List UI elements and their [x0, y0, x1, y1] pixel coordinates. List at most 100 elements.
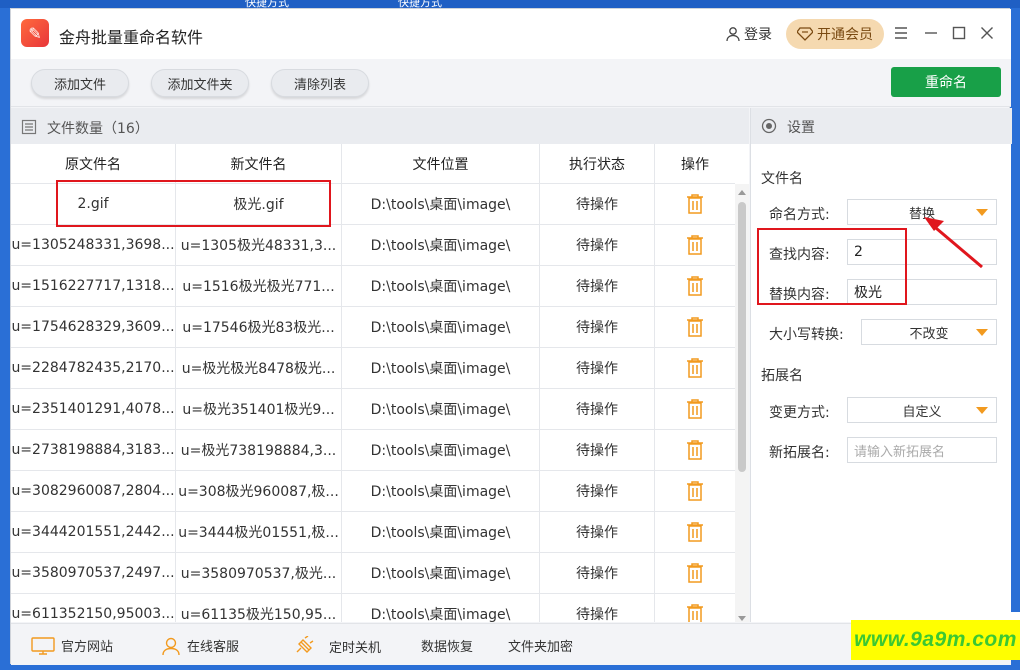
- naming-mode-label: 命名方式:: [769, 207, 830, 223]
- minimize-icon[interactable]: [921, 23, 941, 43]
- website-link[interactable]: 官方网站: [31, 636, 113, 655]
- trash-icon[interactable]: [685, 316, 705, 338]
- chevron-down-icon: [976, 407, 988, 414]
- login-button[interactable]: 登录: [725, 24, 772, 44]
- cell-action: [655, 348, 735, 388]
- ext-mode-dropdown[interactable]: 自定义: [847, 397, 997, 423]
- case-value: 不改变: [909, 326, 949, 342]
- cell-original-name: u=1305248331,3698...: [11, 225, 176, 265]
- encrypt-link[interactable]: 文件夹加密: [508, 636, 573, 655]
- cell-location: D:\tools\桌面\image\: [342, 389, 540, 429]
- cell-new-name: u=61135极光150,95...: [176, 594, 342, 622]
- menu-icon[interactable]: [891, 23, 911, 43]
- cell-action: [655, 389, 735, 429]
- cell-new-name: u=1516极光极光771...: [176, 266, 342, 306]
- cell-new-name: u=3444极光01551,极...: [176, 512, 342, 552]
- table-row[interactable]: u=1754628329,3609... u=17546极光83极光... D:\t…: [11, 307, 735, 348]
- trash-icon[interactable]: [685, 234, 705, 256]
- cell-action: [655, 266, 735, 306]
- app-title: 金舟批量重命名软件: [59, 28, 204, 47]
- toolbar: 添加文件 添加文件夹 清除列表 重命名: [11, 59, 1011, 107]
- cell-original-name: u=1754628329,3609...: [11, 307, 176, 347]
- case-label: 大小写转换:: [769, 327, 844, 343]
- cell-status: 待操作: [540, 225, 655, 265]
- monitor-icon: [31, 636, 55, 655]
- cell-action: [655, 225, 735, 265]
- file-count: 文件数量（16）: [47, 121, 149, 137]
- chevron-down-icon: [976, 329, 988, 336]
- trash-icon[interactable]: [685, 398, 705, 420]
- trash-icon[interactable]: [685, 521, 705, 543]
- column-header-location[interactable]: 文件位置: [342, 144, 540, 183]
- cell-action: [655, 512, 735, 552]
- table-row[interactable]: u=1516227717,1318... u=1516极光极光771... D:\t…: [11, 266, 735, 307]
- trash-icon[interactable]: [685, 603, 705, 622]
- watermark-strip: [851, 612, 1020, 620]
- vip-button[interactable]: 开通会员: [786, 19, 884, 49]
- app-window: ✎ 金舟批量重命名软件 登录 开通会员 添加文件 添加文件夹 清除列表 重命名: [10, 8, 1012, 665]
- trash-icon[interactable]: [685, 357, 705, 379]
- cell-original-name: u=2284782435,2170...: [11, 348, 176, 388]
- table-scrollbar[interactable]: [735, 184, 749, 622]
- add-folder-button[interactable]: 添加文件夹: [151, 69, 249, 97]
- column-header-status[interactable]: 执行状态: [540, 144, 655, 183]
- shutdown-link[interactable]: 定时关机: [293, 636, 381, 656]
- cell-action: [655, 594, 735, 622]
- add-file-button[interactable]: 添加文件: [31, 69, 129, 97]
- user-icon: [162, 637, 180, 655]
- shutdown-label: 定时关机: [329, 640, 382, 656]
- cell-location: D:\tools\桌面\image\: [342, 471, 540, 511]
- cell-original-name: u=3580970537,2497...: [11, 553, 176, 593]
- new-ext-label: 新拓展名:: [769, 445, 830, 461]
- trash-icon[interactable]: [685, 439, 705, 461]
- new-ext-input[interactable]: 请输入新拓展名: [847, 437, 997, 463]
- cell-original-name: u=3082960087,2804...: [11, 471, 176, 511]
- cell-new-name: u=极光极光8478极光...: [176, 348, 342, 388]
- trash-icon[interactable]: [685, 562, 705, 584]
- cell-status: 待操作: [540, 348, 655, 388]
- column-header-new-name[interactable]: 新文件名: [176, 144, 342, 183]
- extension-section-title: 拓展名: [761, 368, 803, 384]
- cell-status: 待操作: [540, 307, 655, 347]
- rename-button[interactable]: 重命名: [891, 67, 1001, 97]
- table-row[interactable]: u=3444201551,2442... u=3444极光01551,极... D:…: [11, 512, 735, 553]
- title-bar: ✎ 金舟批量重命名软件 登录 开通会员: [11, 9, 1011, 59]
- trash-icon[interactable]: [685, 275, 705, 297]
- support-link[interactable]: 在线客服: [161, 636, 239, 655]
- maximize-icon[interactable]: [949, 23, 969, 43]
- scrollbar-thumb[interactable]: [738, 202, 746, 472]
- trash-icon[interactable]: [685, 193, 705, 215]
- column-header-original-name[interactable]: 原文件名: [11, 144, 176, 183]
- new-ext-placeholder: 请输入新拓展名: [854, 444, 946, 460]
- cell-location: D:\tools\桌面\image\: [342, 184, 540, 224]
- settings-header: 设置: [751, 108, 1012, 144]
- cell-new-name: u=17546极光83极光...: [176, 307, 342, 347]
- trash-icon[interactable]: [685, 480, 705, 502]
- table-row[interactable]: u=3580970537,2497... u=3580970537,极光... D:…: [11, 553, 735, 594]
- table-row[interactable]: u=2284782435,2170... u=极光极光8478极光... D:\to…: [11, 348, 735, 389]
- login-label: 登录: [744, 27, 772, 43]
- table-row[interactable]: u=611352150,95003... u=61135极光150,95... D:…: [11, 594, 735, 622]
- table-row[interactable]: u=3082960087,2804... u=308极光960087,极... D:…: [11, 471, 735, 512]
- table-row[interactable]: 2.gif 极光.gif D:\tools\桌面\image\ 待操作: [11, 184, 735, 225]
- close-icon[interactable]: [977, 23, 997, 43]
- table-row[interactable]: u=2738198884,3183... u=极光738198884,3... D:…: [11, 430, 735, 471]
- table-row[interactable]: u=1305248331,3698... u=1305极光48331,3... D:…: [11, 225, 735, 266]
- website-label: 官方网站: [61, 640, 114, 655]
- annotation-arrow: [924, 217, 983, 269]
- encrypt-label: 文件夹加密: [508, 640, 574, 655]
- table-row[interactable]: u=2351401291,4078... u=极光351401极光9... D:\t…: [11, 389, 735, 430]
- user-icon: [726, 27, 740, 42]
- cell-location: D:\tools\桌面\image\: [342, 266, 540, 306]
- clear-list-button[interactable]: 清除列表: [271, 69, 369, 97]
- file-table: 原文件名 新文件名 文件位置 执行状态 操作 2.gif 极光.gif D:\too…: [11, 144, 749, 622]
- cell-original-name: u=1516227717,1318...: [11, 266, 176, 306]
- replace-input[interactable]: 极光: [847, 279, 997, 305]
- recovery-link[interactable]: 数据恢复: [421, 636, 473, 655]
- recovery-label: 数据恢复: [421, 640, 474, 655]
- settings-title: 设置: [787, 120, 815, 136]
- cell-status: 待操作: [540, 471, 655, 511]
- settings-radio-icon: [761, 118, 777, 134]
- cell-location: D:\tools\桌面\image\: [342, 307, 540, 347]
- case-dropdown[interactable]: 不改变: [861, 319, 997, 345]
